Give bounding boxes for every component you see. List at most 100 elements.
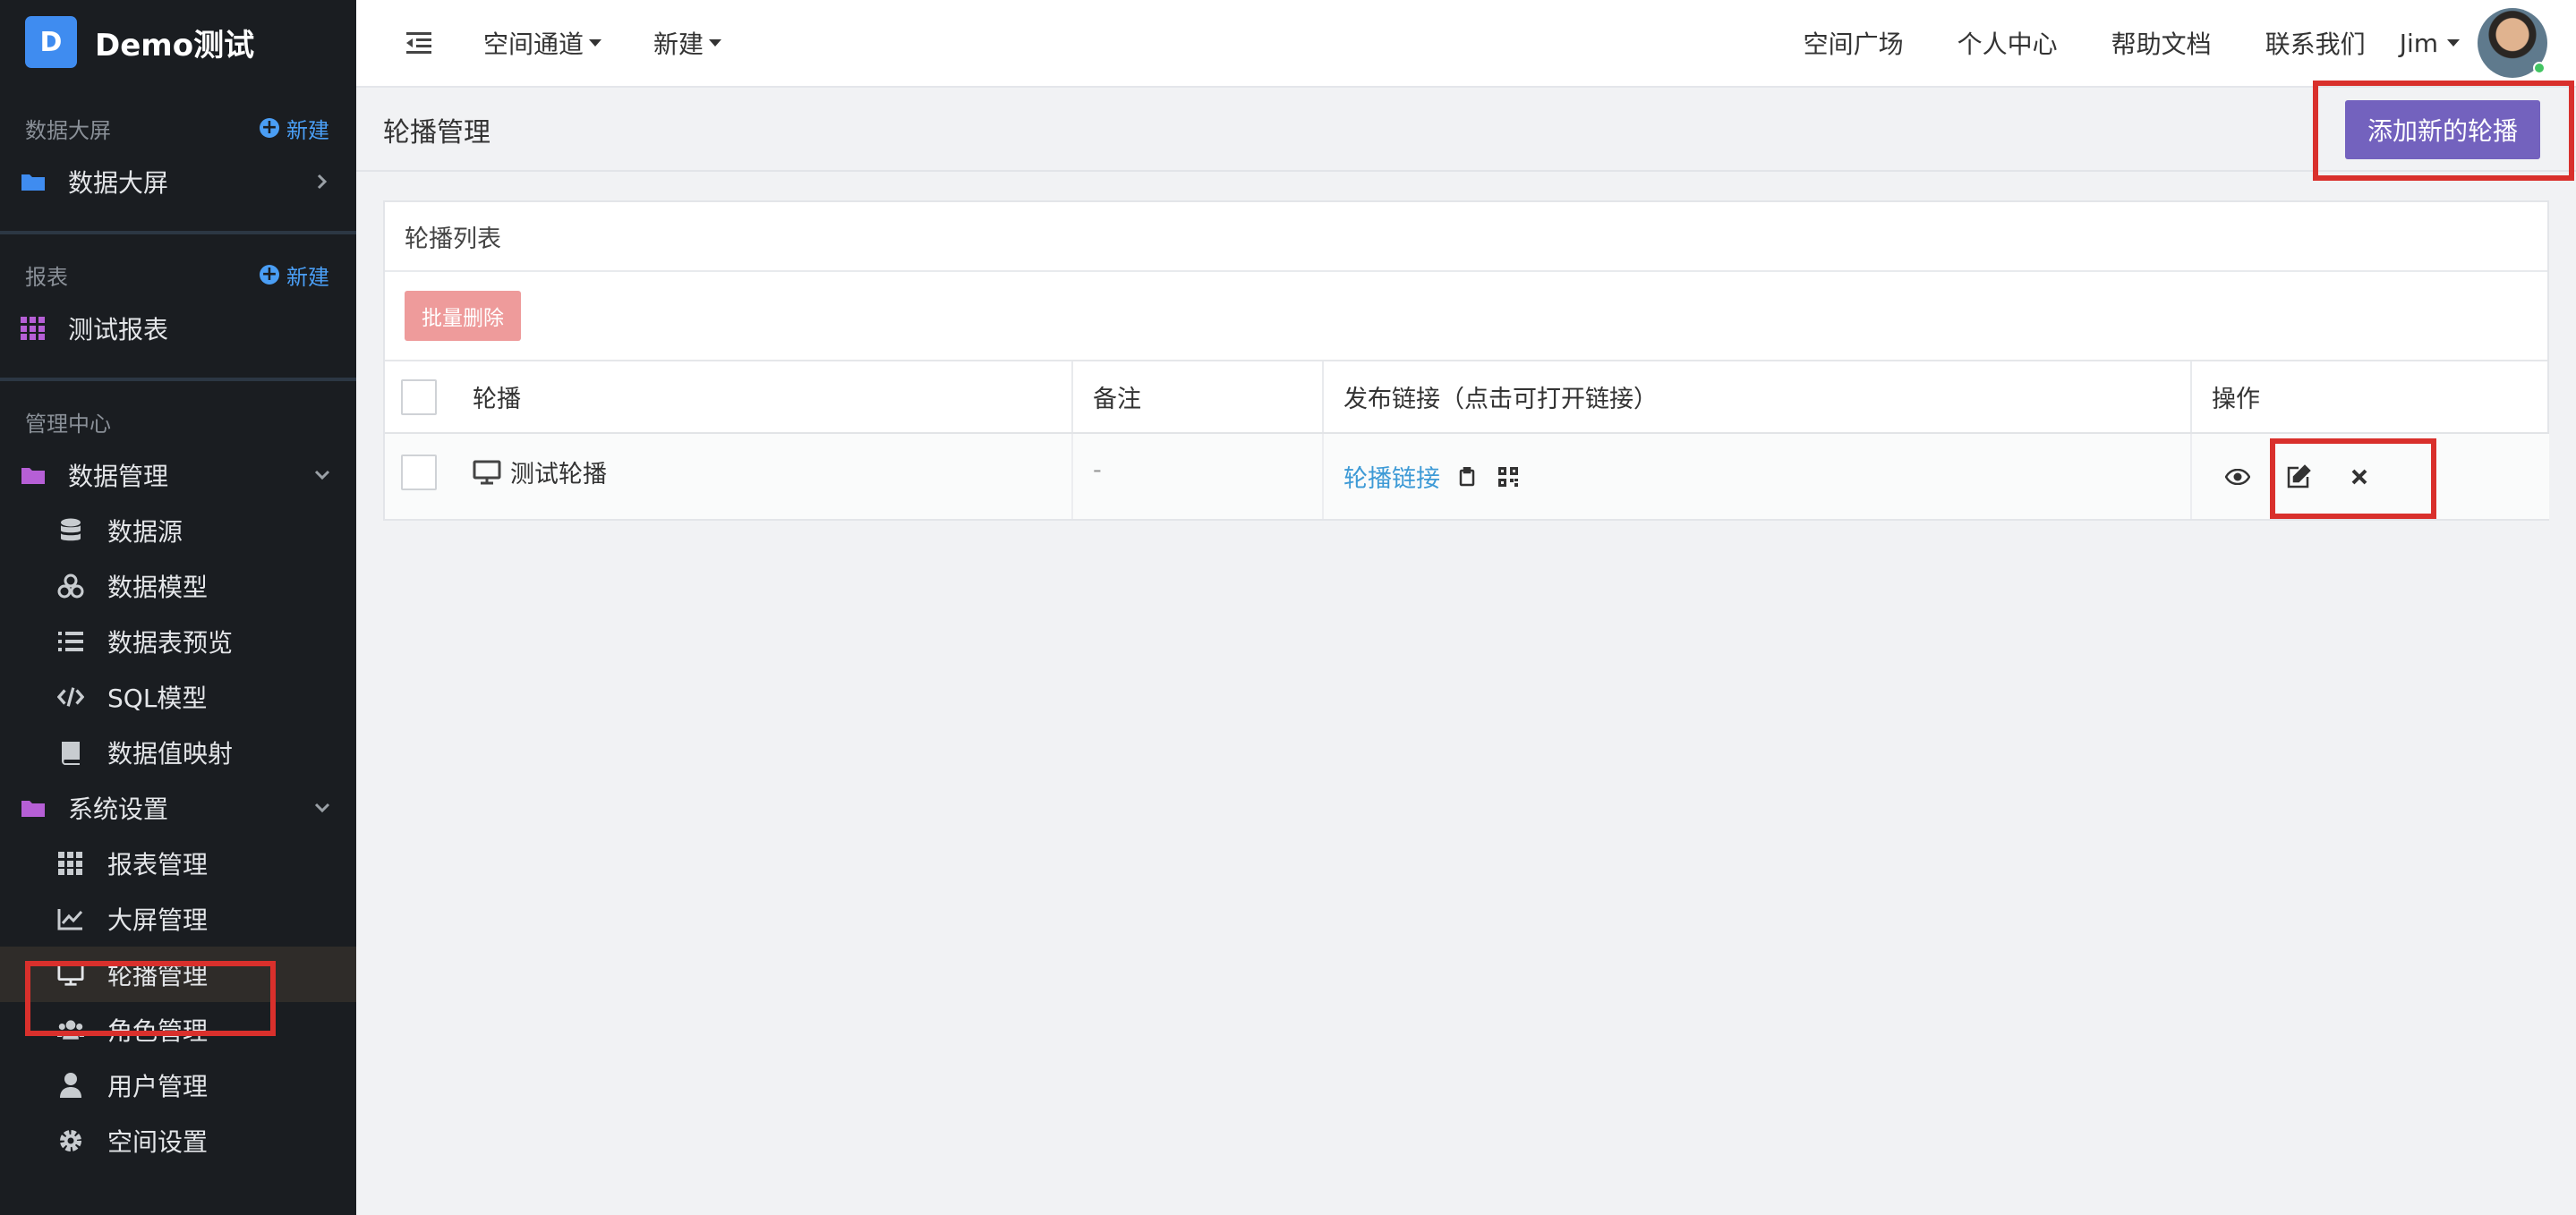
clipboard-icon[interactable] [1456, 466, 1478, 488]
sidebar: D Demo测试 数据大屏 + 新建 数据大屏 报表 + 新建 测试报表 管理中… [0, 0, 356, 1215]
sidebar-item-report-management[interactable]: 报表管理 [0, 836, 356, 891]
bulk-delete-button[interactable]: 批量删除 [405, 291, 521, 341]
grid-icon [20, 315, 47, 342]
user-icon [57, 1072, 84, 1099]
plus-circle-icon: + [260, 263, 279, 285]
add-carousel-button[interactable]: 添加新的轮播 [2345, 100, 2540, 159]
new-screen-button[interactable]: + 新建 [260, 113, 329, 144]
folder-icon [20, 462, 47, 489]
carousel-link[interactable]: 轮播链接 [1343, 459, 1440, 494]
sidebar-item-label: 系统设置 [68, 794, 169, 824]
sidebar-item-role-management[interactable]: 角色管理 [0, 1002, 356, 1058]
sidebar-item-data-model[interactable]: 数据模型 [0, 558, 356, 614]
desktop-icon [57, 961, 84, 988]
desktop-icon [473, 459, 503, 486]
carousel-name: 测试轮播 [510, 461, 607, 489]
sidebar-item-label: 数据大屏 [68, 168, 169, 198]
section-title: 管理中心 [25, 411, 111, 437]
sidebar-item-label: 大屏管理 [107, 905, 209, 935]
table-header-row: 轮播 备注 发布链接（点击可打开链接） 操作 [385, 361, 2549, 434]
sidebar-item-label: SQL模型 [107, 684, 208, 713]
collapse-sidebar-icon[interactable] [406, 32, 431, 54]
sidebar-item-data-management[interactable]: 数据管理 [0, 447, 356, 503]
sidebar-item-label: 角色管理 [107, 1016, 209, 1046]
sidebar-item-table-preview[interactable]: 数据表预览 [0, 614, 356, 669]
new-menu[interactable]: 新建 [653, 25, 722, 61]
column-label: 轮播 [473, 386, 521, 413]
help-docs-link[interactable]: 帮助文档 [2111, 25, 2212, 61]
space-plaza-link[interactable]: 空间广场 [1804, 25, 1904, 61]
card-toolbar: 批量删除 [385, 272, 2547, 361]
card-title: 轮播列表 [385, 202, 2547, 272]
brand-logo: D [25, 16, 77, 68]
column-header-remark: 备注 [1072, 361, 1324, 434]
grid-icon [57, 850, 84, 877]
new-label: 新建 [286, 264, 329, 290]
online-status-dot [2533, 62, 2546, 74]
user-menu[interactable]: Jim [2400, 29, 2460, 58]
line-chart-icon [57, 905, 84, 932]
sidebar-item-label: 数据值映射 [107, 739, 234, 769]
caret-down-icon [709, 39, 722, 47]
sidebar-item-screen-management[interactable]: 大屏管理 [0, 891, 356, 947]
new-label: 新建 [286, 117, 329, 143]
new-report-button[interactable]: + 新建 [260, 259, 329, 291]
sidebar-item-space-settings[interactable]: 空间设置 [0, 1113, 356, 1168]
cubes-icon [57, 573, 84, 599]
sidebar-item-value-mapping[interactable]: 数据值映射 [0, 725, 356, 780]
caret-down-icon [2447, 39, 2460, 47]
personal-center-link[interactable]: 个人中心 [1958, 25, 2058, 61]
column-header-name: 轮播 [385, 361, 1073, 434]
sidebar-item-label: 数据源 [107, 517, 183, 547]
sidebar-item-label: 数据管理 [68, 462, 169, 491]
code-icon [57, 684, 84, 710]
space-channel-menu[interactable]: 空间通道 [483, 25, 602, 61]
preview-eye-icon[interactable] [2222, 462, 2253, 492]
folder-icon [20, 168, 47, 195]
menu-label: 新建 [653, 30, 704, 59]
book-icon [57, 739, 84, 766]
column-header-actions: 操作 [2191, 361, 2549, 434]
sidebar-item-test-report[interactable]: 测试报表 [0, 301, 356, 356]
cell-publish-link: 轮播链接 [1323, 433, 2192, 519]
chevron-down-icon [313, 466, 331, 484]
row-checkbox[interactable] [401, 454, 437, 490]
sidebar-item-datasource[interactable]: 数据源 [0, 503, 356, 558]
caret-down-icon [589, 39, 602, 47]
section-header-admin: 管理中心 [0, 399, 356, 444]
delete-close-icon[interactable] [2344, 462, 2375, 492]
section-title: 数据大屏 [25, 117, 111, 143]
select-all-checkbox[interactable] [401, 378, 437, 415]
user-name: Jim [2399, 28, 2438, 58]
database-icon [57, 517, 84, 544]
chevron-down-icon [313, 799, 331, 817]
carousel-table: 轮播 备注 发布链接（点击可打开链接） 操作 测试轮播 - 轮播链接 [385, 361, 2549, 519]
cell-remark: - [1072, 433, 1324, 519]
sidebar-item-label: 测试报表 [68, 315, 169, 344]
remark-value: - [1093, 456, 1102, 484]
cell-actions [2191, 433, 2549, 519]
plus-circle-icon: + [260, 116, 279, 139]
brand[interactable]: D Demo测试 [0, 0, 356, 84]
avatar[interactable] [2478, 8, 2547, 78]
sidebar-item-sql-model[interactable]: SQL模型 [0, 669, 356, 725]
sidebar-item-carousel-management[interactable]: 轮播管理 [0, 947, 356, 1002]
section-header-screens: 数据大屏 + 新建 [0, 106, 356, 150]
sidebar-item-label: 报表管理 [107, 850, 209, 879]
sidebar-item-label: 用户管理 [107, 1072, 209, 1101]
section-title: 报表 [25, 264, 68, 290]
page-header: 轮播管理 添加新的轮播 [356, 89, 2576, 172]
sidebar-item-screens[interactable]: 数据大屏 [0, 154, 356, 209]
sidebar-item-system-settings[interactable]: 系统设置 [0, 780, 356, 836]
users-icon [57, 1016, 84, 1043]
section-header-reports: 报表 + 新建 [0, 252, 356, 297]
cell-name: 测试轮播 [385, 433, 1073, 519]
column-header-publish-link: 发布链接（点击可打开链接） [1323, 361, 2192, 434]
gear-icon [57, 1127, 84, 1154]
chevron-right-icon [313, 173, 331, 191]
qrcode-icon[interactable] [1497, 466, 1519, 488]
divider [0, 231, 356, 234]
edit-icon[interactable] [2283, 462, 2314, 492]
contact-us-link[interactable]: 联系我们 [2265, 25, 2366, 61]
sidebar-item-user-management[interactable]: 用户管理 [0, 1058, 356, 1113]
